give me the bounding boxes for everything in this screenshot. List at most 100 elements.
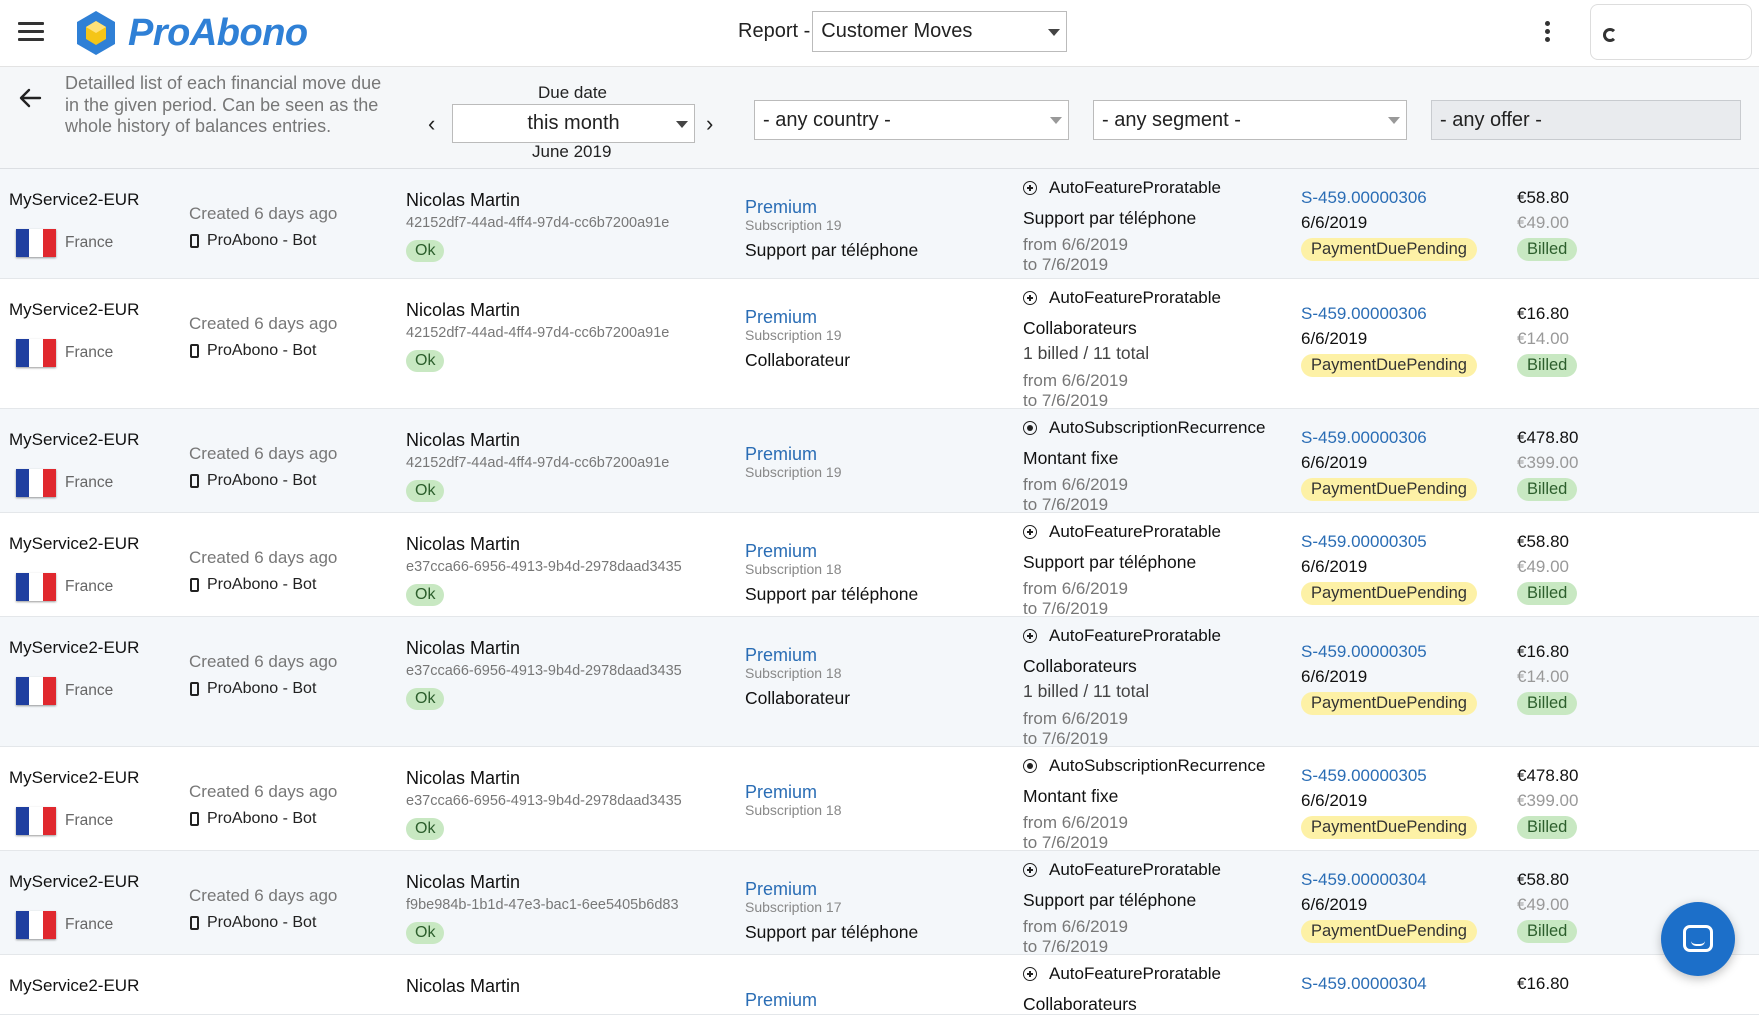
table-row[interactable]: MyService2-EUR France Created 6 days ago Pr…	[0, 169, 1759, 279]
table-row[interactable]: MyService2-EUR France Created 6 days ago Pr…	[0, 409, 1759, 513]
table-row[interactable]: MyService2-EUR France Created 6 days ago Pr…	[0, 747, 1759, 851]
customer-name[interactable]: Nicolas Martin	[406, 872, 520, 893]
chat-button[interactable]	[1661, 902, 1735, 976]
customer-name[interactable]: Nicolas Martin	[406, 430, 520, 451]
offer-link[interactable]: Premium	[745, 444, 817, 465]
table-row[interactable]: MyService2-EUR France Created 6 days ago Pr…	[0, 851, 1759, 955]
segment-select[interactable]: - any segment -	[1093, 100, 1407, 140]
customer-name[interactable]: Nicolas Martin	[406, 534, 520, 555]
move-type-label: AutoFeatureProratable	[1049, 860, 1221, 879]
customer-name[interactable]: Nicolas Martin	[406, 300, 520, 321]
invoice-date: 6/6/2019	[1301, 895, 1368, 914]
offer-link[interactable]: Premium	[745, 990, 817, 1011]
move-period-to: to 7/6/2019	[1023, 391, 1109, 409]
report-select[interactable]: Customer Moves	[812, 11, 1068, 52]
payment-status-badge: PaymentDuePending	[1301, 478, 1477, 501]
invoice-link[interactable]: S-459.00000304	[1301, 974, 1427, 994]
chevron-left-icon[interactable]: ‹	[428, 111, 435, 137]
created-by: ProAbono - Bot	[190, 576, 316, 594]
country-select[interactable]: - any country -	[754, 100, 1069, 140]
moves-table: MyService2-EUR France Created 6 days ago Pr…	[0, 169, 1759, 1015]
filter-bar: Detailled list of each financial move du…	[0, 67, 1759, 169]
move-label: Montant fixe	[1023, 448, 1119, 468]
chevron-right-icon[interactable]: ›	[706, 111, 713, 137]
kebab-icon[interactable]	[1544, 21, 1552, 45]
billing-status-badge: Billed	[1517, 582, 1578, 605]
due-date-value: this month	[527, 112, 620, 134]
invoice-link[interactable]: S-459.00000305	[1301, 642, 1427, 662]
table-row[interactable]: MyService2-EUR France Created 6 days ago Pr…	[0, 513, 1759, 617]
phone-icon	[190, 682, 199, 696]
table-row[interactable]: MyService2-EUR France Created 6 days ago Pr…	[0, 279, 1759, 409]
plus-circle-icon	[1023, 525, 1037, 539]
created-by: ProAbono - Bot	[190, 680, 316, 698]
offer-link[interactable]: Premium	[745, 197, 817, 218]
table-row[interactable]: MyService2-EUR Nicolas Martin Premium AutoF…	[0, 955, 1759, 1015]
created-by-label: ProAbono - Bot	[207, 680, 317, 697]
move-period-from: from 6/6/2019	[1023, 235, 1128, 254]
offer-link[interactable]: Premium	[745, 645, 817, 666]
created-date: Created 6 days ago	[189, 204, 338, 223]
customer-country: France	[65, 916, 114, 933]
subscription-label: Subscription 19	[745, 217, 842, 233]
amount-incl-tax: €478.80	[1517, 766, 1579, 785]
customer-name[interactable]: Nicolas Martin	[406, 190, 520, 211]
customer-reference: e37cca66-6956-4913-9b4d-2978daad3435	[406, 559, 682, 575]
service-name: MyService2-EUR	[9, 976, 140, 995]
move-type-label: AutoFeatureProratable	[1049, 522, 1221, 541]
hamburger-icon[interactable]	[18, 22, 44, 42]
logo[interactable]: ProAbono	[74, 8, 308, 58]
move-period-to: to 7/6/2019	[1023, 255, 1109, 274]
move-type: AutoSubscriptionRecurrence	[1023, 418, 1265, 438]
customer-status-badge: Ok	[406, 350, 445, 372]
move-label: Support par téléphone	[1023, 208, 1197, 228]
phone-icon	[190, 234, 199, 248]
service-name: MyService2-EUR	[9, 190, 140, 209]
amount-incl-tax: €16.80	[1517, 304, 1569, 323]
payment-status-badge: PaymentDuePending	[1301, 692, 1477, 715]
created-by-label: ProAbono - Bot	[207, 810, 317, 827]
service-name: MyService2-EUR	[9, 872, 140, 891]
invoice-link[interactable]: S-459.00000306	[1301, 304, 1427, 324]
invoice-link[interactable]: S-459.00000305	[1301, 532, 1427, 552]
created-by: ProAbono - Bot	[190, 342, 316, 360]
service-name: MyService2-EUR	[9, 638, 140, 657]
amount-excl-tax: €399.00	[1517, 791, 1579, 810]
created-date: Created 6 days ago	[189, 314, 338, 333]
invoice-link[interactable]: S-459.00000306	[1301, 428, 1427, 448]
invoice-link[interactable]: S-459.00000305	[1301, 766, 1427, 786]
created-date: Created 6 days ago	[189, 652, 338, 671]
table-row[interactable]: MyService2-EUR France Created 6 days ago Pr…	[0, 617, 1759, 747]
invoice-date: 6/6/2019	[1301, 213, 1368, 232]
arrow-left-icon[interactable]	[18, 87, 42, 109]
phone-icon	[190, 578, 199, 592]
offer-link[interactable]: Premium	[745, 307, 817, 328]
offer-link[interactable]: Premium	[745, 782, 817, 803]
created-by: ProAbono - Bot	[190, 232, 316, 250]
customer-name[interactable]: Nicolas Martin	[406, 976, 520, 997]
feature-name: Collaborateur	[745, 350, 851, 370]
move-type: AutoFeatureProratable	[1023, 964, 1221, 984]
customer-name[interactable]: Nicolas Martin	[406, 768, 520, 789]
billing-status-badge: Billed	[1517, 478, 1578, 501]
customer-country: France	[65, 234, 114, 251]
move-label: Support par téléphone	[1023, 552, 1197, 572]
invoice-link[interactable]: S-459.00000304	[1301, 870, 1427, 890]
user-widget[interactable]	[1590, 4, 1752, 60]
due-date-select[interactable]: this month	[452, 104, 695, 143]
offer-select[interactable]: - any offer -	[1431, 100, 1741, 140]
flag-france-icon	[16, 229, 56, 257]
phone-icon	[190, 344, 199, 358]
amount-incl-tax: €16.80	[1517, 974, 1569, 993]
offer-link[interactable]: Premium	[745, 541, 817, 562]
customer-country: France	[65, 578, 114, 595]
subscription-label: Subscription 19	[745, 327, 842, 343]
invoice-link[interactable]: S-459.00000306	[1301, 188, 1427, 208]
customer-name[interactable]: Nicolas Martin	[406, 638, 520, 659]
phone-icon	[190, 812, 199, 826]
created-date: Created 6 days ago	[189, 444, 338, 463]
move-type: AutoFeatureProratable	[1023, 522, 1221, 542]
flag-france-icon	[16, 339, 56, 367]
move-period-to: to 7/6/2019	[1023, 729, 1109, 747]
offer-link[interactable]: Premium	[745, 879, 817, 900]
